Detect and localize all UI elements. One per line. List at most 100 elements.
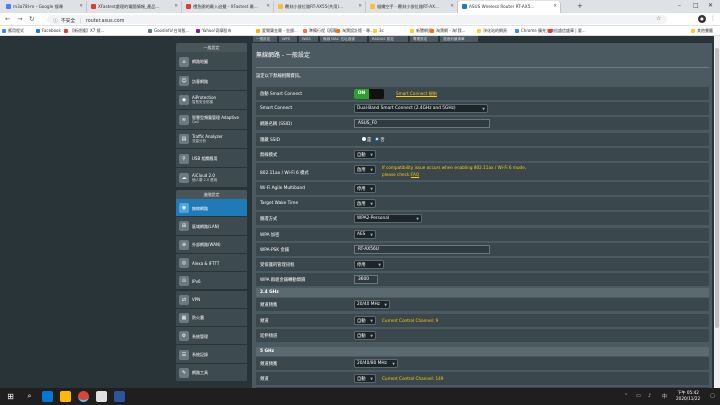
tab-close-icon[interactable]: ✕ [174,4,178,9]
bookmark-item[interactable]: 【新遊隆】X7 搜... [64,28,104,34]
sidebar-item[interactable]: ⇄ VPN [176,290,247,309]
tab-close-icon[interactable]: ✕ [79,4,83,9]
omnibox[interactable]: ⓘ 不安全 | router.asus.com [47,15,667,24]
browser-tab[interactable]: m3a78l-m - Google 搜尋 ✕ [2,1,87,13]
scrollbar-thumb[interactable] [715,48,719,328]
bookmark-item[interactable]: 淘寶網 - 淘!我... [430,28,465,34]
bookmark-item[interactable]: Yahoo!奇摩股市 [196,28,231,34]
word-icon[interactable] [114,391,125,402]
bookmark-item[interactable]: 松盛信盛庫 | 要... [548,28,586,34]
bookmark-item[interactable]: 其他書籤 [691,28,713,34]
tray-up-icon[interactable]: ⌃ [624,393,628,399]
sidebar-item[interactable]: ⊕ 外部網路(WAN) [176,235,247,254]
radio-button[interactable] [375,136,380,141]
text-input[interactable]: 3600 [354,275,378,285]
search-icon[interactable]: ⌕ [24,391,35,402]
radio-group[interactable]: 是否 [362,136,389,143]
dropdown-select[interactable]: 自動 ▼ [354,315,376,325]
sidebar-item[interactable]: ◆ AiProtection 智慧安全防護 [176,90,247,111]
bookmark-item[interactable]: 新聞網頁 [410,28,432,34]
network-tray-icon[interactable]: ▭ [636,393,641,399]
sidebar-item[interactable]: ▤ Traffic Analyzer 流量分析 [176,129,247,149]
sidebar-item[interactable]: ▦ 防火牆 [176,308,247,328]
sidebar-item[interactable]: ⚙ 系統管理 [176,327,247,346]
ime-indicator[interactable]: 中 [662,393,667,400]
notification-icon[interactable]: ▢ [710,393,715,399]
router-top-tab[interactable]: WDS [299,36,318,42]
dropdown-select[interactable]: 自動 ▼ [354,330,376,340]
dropdown-select[interactable]: WPA2-Personal ▼ [354,214,422,224]
sidebar-item[interactable]: ≋ 智慧型頻寬管理 Adaptive QoS [176,110,247,130]
dropdown-select[interactable]: 停用 ▼ [354,184,376,193]
router-top-tab[interactable]: 漫遊封鎖清單 [440,36,478,42]
reload-icon[interactable]: ↻ [29,15,34,23]
file-explorer-icon[interactable] [60,391,71,402]
router-top-tab[interactable]: 無線 MAC 位址過濾 [320,36,367,42]
page-scrollbar[interactable] [714,36,720,388]
browser-tab[interactable]: 縫纖空手 - 覆刻小欲位路RT-AX... ✕ [366,1,458,13]
tab-close-icon[interactable]: ✕ [553,4,557,9]
new-tab-button[interactable]: + [577,2,583,10]
dropdown-select[interactable]: Dual-Band Smart Connect (2.4GHz and 5GHz… [354,104,488,114]
sidebar-item[interactable]: ✎ 網路工具 [176,363,247,382]
browser-tab[interactable]: XFastest處理的電腦情報_產品... ✕ [87,1,182,13]
close-window-button[interactable]: ✕ [708,2,713,9]
dropdown-select[interactable]: AES ▼ [354,229,376,239]
dropdown-select[interactable]: 自動 ▼ [354,149,376,159]
radio-button[interactable] [362,136,366,141]
sidebar-item[interactable]: ⊙ IPv6 [176,272,247,291]
sidebar-item[interactable]: ☁ AiCloud 2.0 個人雲 2.0 應用 [176,168,247,188]
info-icon[interactable]: ⓘ [53,19,58,24]
bookmark-item[interactable]: 應用程式 [2,28,24,34]
back-icon[interactable]: ← [5,15,10,23]
maximize-button[interactable]: □ [693,2,699,9]
router-top-tab[interactable]: 一般設定 [253,36,277,42]
router-top-tab[interactable]: RADIUS 設定 [369,36,408,42]
faq-link[interactable]: FAQ [411,172,419,177]
sidebar-item[interactable]: ☰ 系統記錄 [176,345,247,364]
bookmark-item[interactable]: 淨化站的網頁 [477,28,507,34]
sidebar-item[interactable]: ⚲ USB 相關應用 [176,149,247,169]
sidebar-item[interactable]: ◎ Alexa & IFTTT [176,253,247,273]
router-top-tab[interactable]: WPS [279,36,297,42]
sidebar-item[interactable]: ☺ 訪客網路 [176,71,247,91]
browser-tab[interactable]: ASUS Wireless Router RT-AX5... ✕ [458,1,561,13]
windows-start-icon[interactable]: ⊞ [5,391,16,402]
sidebar-item[interactable]: ◉ 無線網路 [176,199,247,218]
dropdown-select[interactable]: 20/40/80 MHz ▼ [354,359,398,368]
bookmark-item[interactable]: 愛爾蘭金屬 - 金銀... [256,28,298,34]
snipping-tool-icon[interactable] [96,391,107,402]
bookmark-item[interactable]: Goodinfo!台灣股... [148,28,189,34]
tab-close-icon[interactable]: ✕ [450,4,454,9]
dropdown-select[interactable]: 啟用 ▼ [354,199,376,209]
sidebar-item[interactable]: ⌂ 網路地圖 [176,52,247,72]
smart-connect-toggle[interactable]: ON [354,89,384,99]
bookmark-item[interactable]: Facebook [36,28,61,33]
bookmark-item[interactable]: 3c [373,28,384,33]
task-view-icon[interactable] [42,391,53,402]
forward-icon[interactable]: → [17,15,22,23]
profile-avatar[interactable]: ● [698,15,706,23]
chrome-menu-icon[interactable]: ⋮ [710,15,716,22]
sidebar-item[interactable]: ⊞ 區域網路(LAN) [176,217,247,236]
dropdown-select[interactable]: 停用 ▼ [354,260,384,269]
minimize-button[interactable]: – [678,2,681,9]
volume-tray-icon[interactable]: ♪ [648,393,651,399]
chrome-taskbar-icon[interactable] [78,391,89,402]
dropdown-select[interactable]: 自動 ▼ [354,374,376,384]
dropdown-select[interactable]: 20/40 MHz ▼ [354,300,390,310]
tab-close-icon[interactable]: ✕ [266,4,270,9]
text-input[interactable]: RT-AX56U [354,244,490,254]
tab-close-icon[interactable]: ✕ [358,4,362,9]
bookmark-star-icon[interactable]: ☆ [656,15,661,22]
smart-connect-rule-link[interactable]: Smart Connect 規則 [396,91,437,97]
browser-tab[interactable]: 禮急開的最入迫聲 - XFastest 最... ✕ [182,1,274,13]
browser-tab[interactable]: 覆刻小欲位路RT-AX55(共用)... ✕ [274,1,366,13]
text-input[interactable]: ASUS_F0 [354,119,490,129]
select-value: 自動 [357,152,366,158]
taskbar-clock[interactable]: 下午 05:42 2020/11/22 [676,390,700,402]
dropdown-select[interactable]: 啟用 ▼ [354,165,376,174]
bookmark-item[interactable]: 淘寶設計館 - 尋... [336,28,374,34]
router-top-tab[interactable]: 專業設定 [410,36,438,42]
bookmark-label: 3c [379,28,384,33]
